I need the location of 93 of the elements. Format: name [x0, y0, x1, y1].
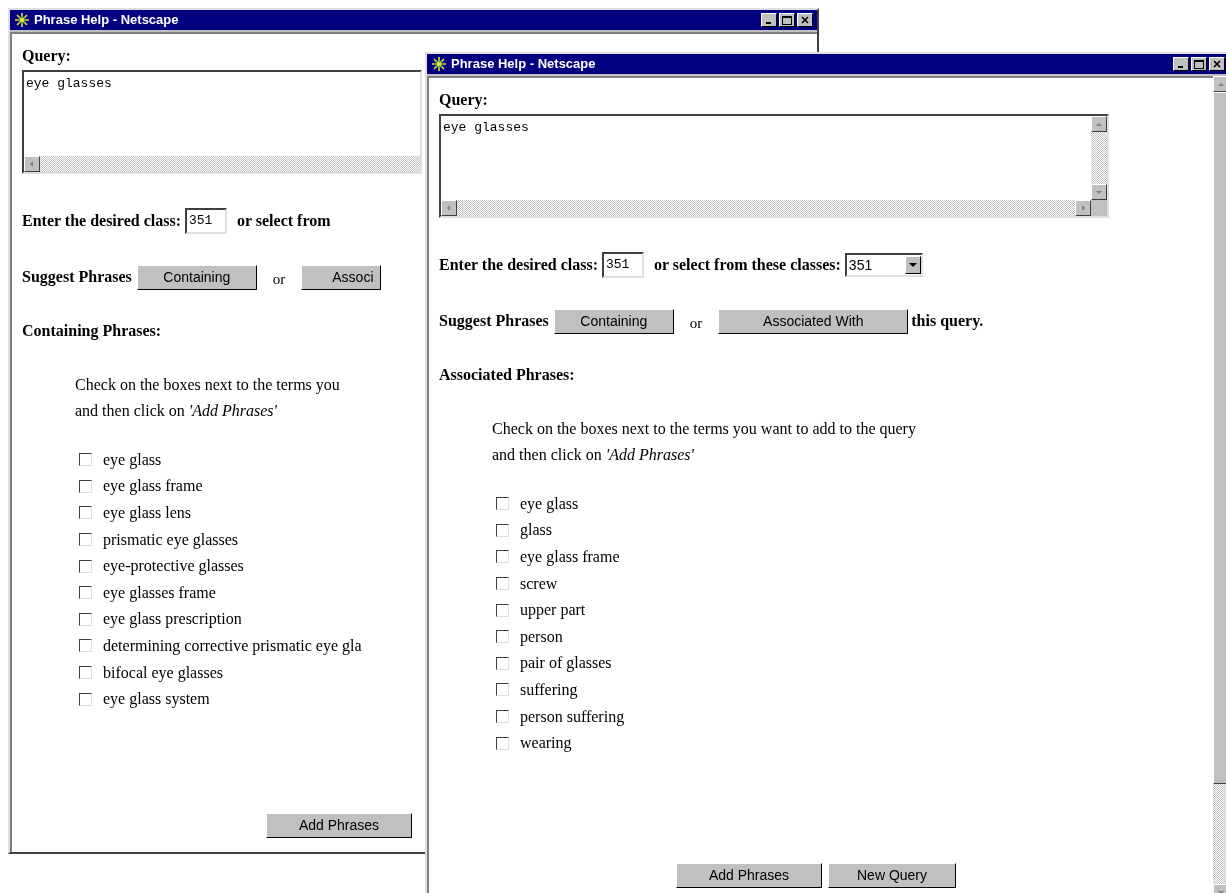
- phrase-checkbox[interactable]: eye glass frame: [496, 543, 625, 571]
- suggest-button[interactable]: Associated With: [718, 308, 909, 334]
- query-label: Query:: [22, 46, 71, 67]
- starburst-icon: [14, 12, 30, 28]
- phrase-checkbox[interactable]: eye glass: [496, 490, 625, 518]
- action-button[interactable]: Add Phrases: [676, 863, 822, 888]
- suffix-text: this query.: [911, 311, 984, 332]
- checkbox[interactable]: [79, 506, 92, 520]
- close-button[interactable]: [1209, 57, 1225, 71]
- checkbox[interactable]: [496, 683, 509, 697]
- query-text: eye glasses: [25, 75, 113, 93]
- checkbox[interactable]: [496, 497, 509, 511]
- vertical-scrollbar[interactable]: [1091, 116, 1107, 200]
- checkbox[interactable]: [79, 533, 92, 547]
- checkbox[interactable]: [496, 603, 509, 617]
- suggest-button[interactable]: Associ: [301, 264, 382, 290]
- instruction-text: Check on the boxes next to the terms you: [75, 374, 340, 396]
- phrase-checkbox[interactable]: prismatic eye glasses: [79, 526, 362, 553]
- checkbox[interactable]: [496, 710, 509, 724]
- action-button[interactable]: New Query: [828, 863, 956, 888]
- checkbox[interactable]: [79, 559, 92, 573]
- phrase-checkbox[interactable]: eye glass prescription: [79, 606, 362, 633]
- scroll-up-icon[interactable]: [1091, 116, 1107, 132]
- class-input[interactable]: 351: [601, 252, 644, 278]
- phrase-checkbox[interactable]: screw: [496, 570, 625, 597]
- phrases-heading: Containing Phrases:: [22, 320, 162, 342]
- checkbox[interactable]: [496, 656, 509, 670]
- scroll-up-icon[interactable]: [1213, 76, 1226, 92]
- phrase-checkbox[interactable]: eye glass lens: [79, 499, 362, 527]
- checkbox[interactable]: [79, 612, 92, 626]
- checkbox[interactable]: [79, 692, 92, 706]
- window-title: Phrase Help - Netscape: [451, 55, 597, 74]
- close-icon: [1213, 60, 1221, 68]
- phrase-checkbox[interactable]: upper part: [496, 596, 625, 624]
- query-textarea[interactable]: eye glasses: [22, 70, 422, 174]
- checkbox[interactable]: [496, 736, 509, 750]
- instruction-text: and then click on 'Add Phrases': [492, 444, 695, 465]
- scrollbar-corner: [1091, 200, 1107, 216]
- checkbox[interactable]: [496, 630, 509, 644]
- maximize-icon: [1194, 59, 1204, 69]
- action-button[interactable]: Add Phrases: [266, 813, 412, 838]
- scroll-right-icon[interactable]: [1075, 200, 1091, 216]
- maximize-button[interactable]: [779, 13, 795, 27]
- starburst-icon: [431, 56, 447, 72]
- phrase-checkbox[interactable]: glass: [496, 517, 625, 544]
- scroll-left-icon[interactable]: [24, 156, 40, 172]
- checkbox[interactable]: [496, 577, 509, 591]
- checkbox[interactable]: [496, 523, 509, 537]
- checkbox[interactable]: [79, 666, 92, 680]
- minimize-button[interactable]: [761, 13, 777, 27]
- suggest-label: Suggest Phrases: [22, 267, 132, 288]
- window-title: Phrase Help - Netscape: [34, 11, 180, 30]
- phrase-checkbox[interactable]: suffering: [496, 676, 625, 704]
- checkbox[interactable]: [496, 550, 509, 564]
- checkbox[interactable]: [79, 639, 92, 653]
- query-textarea[interactable]: eye glasses: [439, 114, 1109, 218]
- phrase-checkbox[interactable]: eye glass: [79, 446, 362, 474]
- close-button[interactable]: [797, 13, 813, 27]
- phrase-checkbox[interactable]: bifocal eye glasses: [79, 659, 362, 686]
- or-text: or: [272, 270, 286, 289]
- class-label: Enter the desired class:: [439, 255, 598, 275]
- phrase-checkbox[interactable]: determining corrective prismatic eye gla: [79, 632, 362, 660]
- maximize-icon: [782, 15, 792, 25]
- class-select[interactable]: 351: [844, 253, 923, 277]
- phrase-checkbox[interactable]: eye-protective glasses: [79, 552, 362, 580]
- phrase-checkbox[interactable]: eye glass system: [79, 685, 362, 713]
- query-label: Query:: [439, 90, 488, 111]
- maximize-button[interactable]: [1191, 57, 1207, 71]
- phrase-checkbox[interactable]: eye glasses frame: [79, 579, 362, 607]
- instruction-text: and then click on 'Add Phrases': [75, 400, 278, 421]
- checkbox[interactable]: [79, 586, 92, 600]
- or-text: or: [689, 314, 703, 333]
- class-input[interactable]: 351: [184, 208, 227, 234]
- instruction-text: Check on the boxes next to the terms you want to add to the query: [492, 418, 916, 440]
- phrase-checkbox[interactable]: person: [496, 623, 625, 651]
- phrases-heading: Associated Phrases:: [439, 364, 575, 385]
- phrase-checkbox[interactable]: wearing: [496, 729, 625, 757]
- minimize-button[interactable]: [1173, 57, 1189, 71]
- suggest-button[interactable]: Containing: [136, 264, 257, 290]
- phrase-checkbox[interactable]: person suffering: [496, 703, 625, 730]
- checkbox[interactable]: [79, 453, 92, 467]
- checkbox[interactable]: [79, 479, 92, 493]
- close-icon: [801, 16, 809, 24]
- phrase-checkbox[interactable]: pair of glasses: [496, 650, 625, 677]
- phrase-checkbox[interactable]: eye glass frame: [79, 473, 362, 500]
- scroll-left-icon[interactable]: [441, 200, 457, 216]
- query-text: eye glasses: [442, 119, 530, 137]
- class-label: Enter the desired class:: [22, 211, 181, 231]
- suggest-button[interactable]: Containing: [553, 308, 674, 334]
- suggest-label: Suggest Phrases: [439, 311, 549, 332]
- select-label: or select from: [236, 211, 331, 231]
- scroll-down-icon[interactable]: [1091, 184, 1107, 200]
- select-label: or select from these classes:: [653, 255, 841, 275]
